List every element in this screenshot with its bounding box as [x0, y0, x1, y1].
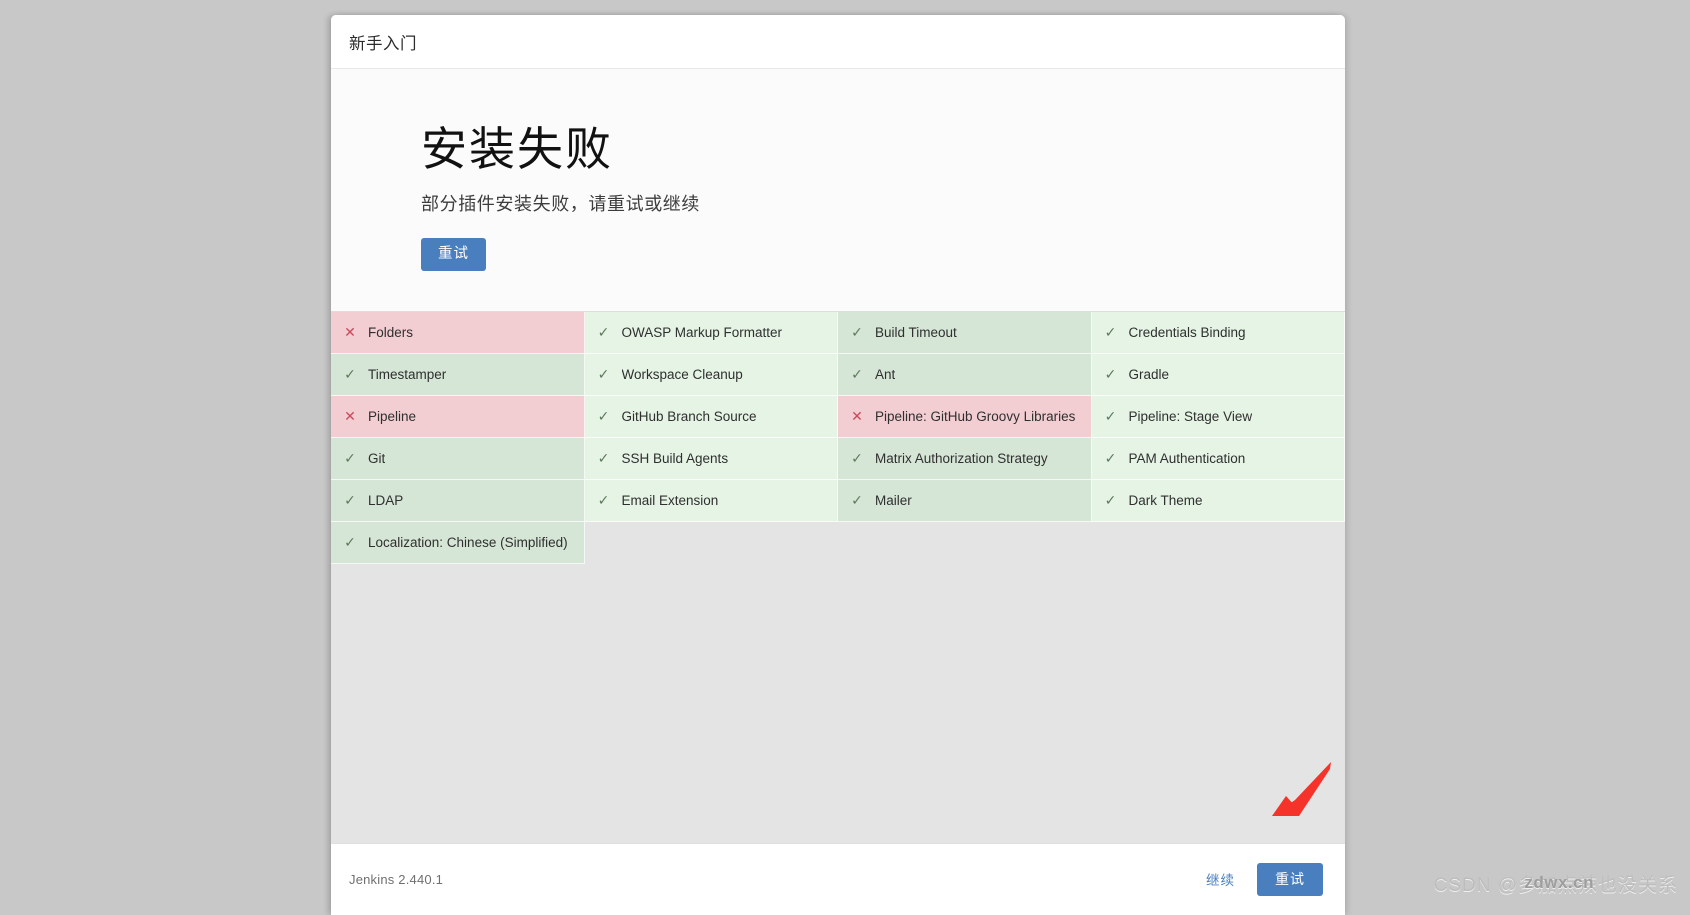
plugin-cell: ✓ LDAP [331, 479, 585, 522]
plugin-name: Dark Theme [1128, 492, 1203, 508]
plugin-name: SSH Build Agents [621, 450, 729, 466]
plugin-name: Pipeline [368, 408, 417, 424]
check-icon: ✓ [1104, 408, 1117, 425]
check-icon: ✓ [1104, 492, 1117, 509]
check-icon: ✓ [851, 366, 863, 383]
plugin-name: Git [368, 450, 386, 466]
plugin-name: Matrix Authorization Strategy [875, 450, 1048, 466]
plugin-name: Pipeline: GitHub Groovy Libraries [875, 408, 1076, 424]
check-icon: ✓ [597, 408, 610, 425]
plugin-cell: ✕ Pipeline [331, 395, 585, 438]
check-icon: ✓ [1104, 366, 1117, 383]
check-icon: ✓ [344, 366, 356, 383]
plugin-cell: ✓ PAM Authentication [1091, 437, 1345, 480]
wizard-body: 安装失败 部分插件安装失败，请重试或继续 重试 ✕ Folders ✓ OWASP M… [331, 69, 1345, 843]
plugin-cell: ✕ Pipeline: GitHub Groovy Libraries [838, 395, 1092, 438]
check-icon: ✓ [851, 324, 863, 341]
check-icon: ✓ [851, 492, 863, 509]
plugin-cell-empty [1091, 521, 1345, 564]
plugin-name: OWASP Markup Formatter [621, 324, 783, 340]
install-failed-message: 部分插件安装失败，请重试或继续 [421, 193, 700, 214]
check-icon: ✓ [1104, 324, 1117, 341]
plugin-name: Email Extension [621, 492, 719, 508]
watermark-csdn: CSDN @多加点辣也没关系 [1433, 875, 1678, 896]
hero-retry-button[interactable]: 重试 [421, 237, 486, 271]
check-icon: ✓ [344, 534, 356, 551]
watermark-site: zdwx.cn [1524, 873, 1594, 892]
plugin-cell: ✕ Folders [331, 311, 585, 354]
plugin-name: Timestamper [368, 366, 447, 382]
setup-wizard-modal: 新手入门 安装失败 部分插件安装失败，请重试或继续 重试 ✕ Folders ✓ OW… [331, 15, 1345, 915]
jenkins-version-label: Jenkins 2.440.1 [349, 872, 444, 887]
plugin-name: Folders [368, 324, 414, 340]
footer-actions: 继续 重试 [1202, 863, 1323, 896]
plugin-name: Credentials Binding [1128, 324, 1246, 340]
plugin-cell-empty [584, 521, 838, 564]
plugin-cell: ✓ Dark Theme [1091, 479, 1345, 522]
plugin-cell: ✓ SSH Build Agents [584, 437, 838, 480]
page-title: 新手入门 [349, 34, 417, 53]
plugin-cell: ✓ Git [331, 437, 585, 480]
plugin-name: Pipeline: Stage View [1128, 408, 1253, 424]
plugin-cell: ✓ Localization: Chinese (Simplified) [331, 521, 585, 564]
plugin-cell: ✓ Matrix Authorization Strategy [838, 437, 1092, 480]
wizard-footer: Jenkins 2.440.1 继续 重试 [331, 843, 1345, 915]
plugin-name: Localization: Chinese (Simplified) [368, 534, 568, 550]
check-icon: ✓ [597, 366, 610, 383]
install-failed-heading: 安装失败 [421, 123, 613, 175]
wizard-header: 新手入门 [331, 15, 1345, 69]
plugin-name: Gradle [1128, 366, 1170, 382]
plugin-name: PAM Authentication [1128, 450, 1246, 466]
check-icon: ✓ [1104, 450, 1117, 467]
check-icon: ✓ [597, 324, 610, 341]
plugin-cell: ✓ Mailer [838, 479, 1092, 522]
check-icon: ✓ [597, 492, 610, 509]
plugin-cell: ✓ Pipeline: Stage View [1091, 395, 1345, 438]
plugin-name: GitHub Branch Source [621, 408, 757, 424]
check-icon: ✓ [344, 492, 356, 509]
plugin-name: LDAP [368, 492, 404, 508]
plugin-name: Build Timeout [875, 324, 957, 340]
footer-retry-button[interactable]: 重试 [1257, 863, 1323, 896]
check-icon: ✓ [597, 450, 610, 467]
plugin-cell-empty [838, 521, 1092, 564]
plugin-cell: ✓ Credentials Binding [1091, 311, 1345, 354]
plugin-status-grid: ✕ Folders ✓ OWASP Markup Formatter ✓ Build Ti… [331, 310, 1345, 564]
plugin-cell: ✓ Ant [838, 353, 1092, 396]
install-status-hero: 安装失败 部分插件安装失败，请重试或继续 重试 [331, 69, 1345, 311]
plugin-cell: ✓ Email Extension [584, 479, 838, 522]
plugin-cell: ✓ Timestamper [331, 353, 585, 396]
continue-button[interactable]: 继续 [1202, 863, 1239, 895]
plugin-cell: ✓ Workspace Cleanup [584, 353, 838, 396]
plugin-cell: ✓ Build Timeout [838, 311, 1092, 354]
check-icon: ✓ [851, 450, 863, 467]
plugin-name: Mailer [875, 492, 912, 508]
plugin-cell: ✓ OWASP Markup Formatter [584, 311, 838, 354]
x-icon: ✕ [851, 408, 863, 425]
x-icon: ✕ [344, 408, 356, 425]
x-icon: ✕ [344, 324, 356, 341]
plugin-cell: ✓ GitHub Branch Source [584, 395, 838, 438]
plugin-name: Ant [875, 366, 896, 382]
plugin-cell: ✓ Gradle [1091, 353, 1345, 396]
plugin-name: Workspace Cleanup [621, 366, 743, 382]
check-icon: ✓ [344, 450, 356, 467]
grid-filler [331, 563, 1345, 843]
